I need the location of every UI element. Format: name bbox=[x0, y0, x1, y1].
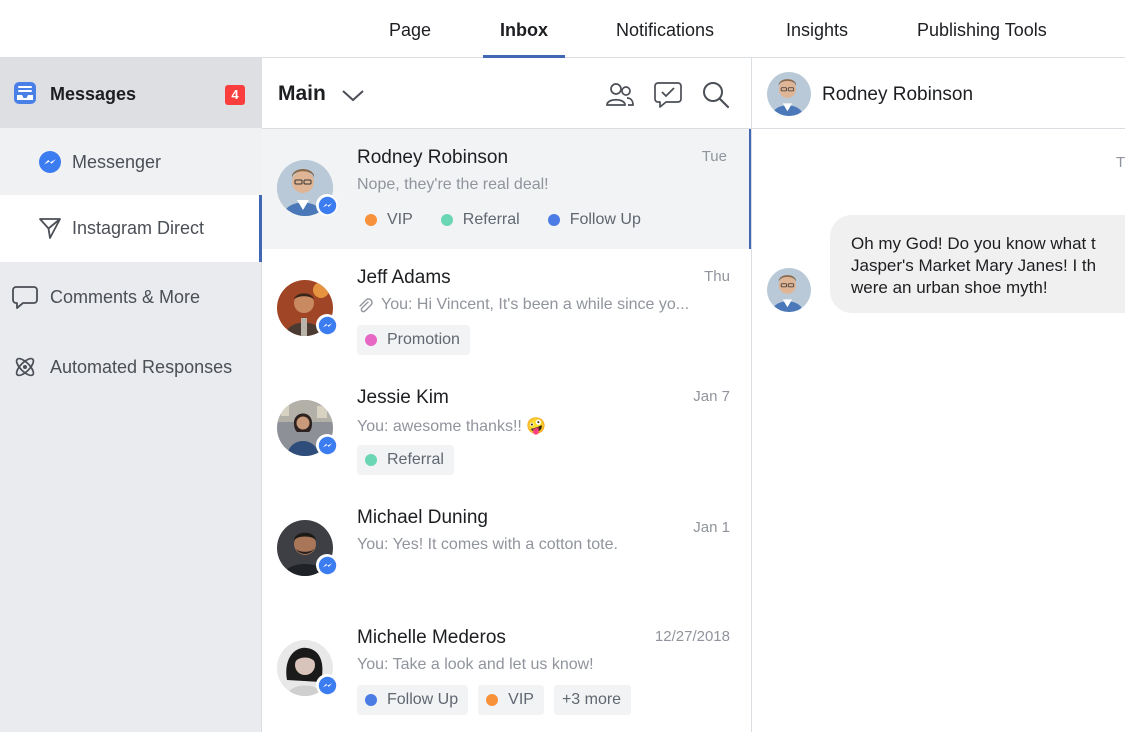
tag-list: Promotion bbox=[357, 325, 470, 355]
conversation-row-michael-duning[interactable]: Michael Duning Jan 1 You: Yes! It comes … bbox=[262, 489, 751, 609]
contact-name: Jeff Adams bbox=[357, 267, 451, 288]
conversation-row-jessie-kim[interactable]: Jessie Kim Jan 7 You: awesome thanks!! 🤪… bbox=[262, 369, 751, 489]
label-tag[interactable]: VIP bbox=[478, 685, 544, 715]
tag-color-dot bbox=[547, 214, 560, 226]
top-navigation: Page Inbox Notifications Insights Publis… bbox=[0, 0, 1125, 58]
message-line: Jasper's Market Mary Janes! I th bbox=[851, 256, 1097, 275]
contact-name: Michelle Mederos bbox=[357, 627, 506, 648]
sidebar-item-label: Comments & More bbox=[50, 287, 201, 307]
message-date: Thu bbox=[704, 268, 730, 285]
messenger-icon bbox=[316, 554, 338, 576]
message-preview: Nope, they're the real deal! bbox=[357, 176, 549, 193]
messenger-icon bbox=[316, 194, 338, 216]
conversation-list: Main Rodney Robinson Tue Nope, they're t… bbox=[262, 58, 752, 732]
avatar[interactable] bbox=[767, 72, 811, 116]
message-line: were an urban shoe myth! bbox=[851, 278, 1048, 297]
messenger-icon bbox=[316, 674, 338, 696]
sidebar: Messages 4 Messenger Instagram Direct Co… bbox=[0, 58, 262, 732]
message-preview: You: Take a look and let us know! bbox=[357, 656, 594, 673]
mark-done-icon[interactable] bbox=[653, 80, 683, 110]
tag-list: Referral bbox=[357, 445, 454, 475]
sidebar-item-comments[interactable]: Comments & More bbox=[0, 262, 262, 332]
label-tag[interactable]: Promotion bbox=[357, 325, 470, 355]
tab-insights[interactable]: Insights bbox=[786, 0, 848, 58]
sidebar-item-messenger[interactable]: Messenger bbox=[0, 128, 262, 195]
contact-name: Rodney Robinson bbox=[357, 147, 509, 168]
folder-selector-label[interactable]: Main bbox=[278, 82, 326, 106]
tag-color-dot bbox=[486, 694, 499, 706]
message-timestamp: T bbox=[1116, 154, 1125, 171]
label-tag[interactable]: Referral bbox=[357, 445, 454, 475]
avatar bbox=[767, 268, 811, 312]
sidebar-item-automated-responses[interactable]: Automated Responses bbox=[0, 332, 262, 402]
tag-color-dot bbox=[365, 694, 377, 706]
tab-publishing-tools[interactable]: Publishing Tools bbox=[917, 0, 1047, 58]
conversation-list-header: Main bbox=[262, 58, 751, 129]
paper-plane-icon bbox=[37, 215, 63, 241]
label-tag[interactable]: Referral bbox=[432, 205, 530, 235]
tab-page[interactable]: Page bbox=[389, 0, 431, 58]
sidebar-item-label: Messenger bbox=[72, 152, 162, 172]
chevron-down-icon[interactable] bbox=[341, 85, 365, 110]
sidebar-item-label: Instagram Direct bbox=[72, 218, 205, 238]
message-date: Jan 1 bbox=[693, 519, 730, 536]
tag-color-dot bbox=[365, 214, 377, 226]
atom-icon bbox=[12, 354, 38, 380]
tag-list: VIP Referral Follow Up bbox=[357, 205, 651, 235]
sidebar-item-label: Messages bbox=[50, 84, 137, 104]
search-icon[interactable] bbox=[701, 80, 731, 110]
more-tags-button[interactable]: +3 more bbox=[553, 685, 632, 715]
speech-bubble-icon bbox=[12, 284, 38, 310]
people-icon[interactable] bbox=[605, 80, 635, 110]
attachment-icon bbox=[357, 298, 373, 319]
inbox-tray-icon bbox=[12, 80, 38, 106]
message-line: Oh my God! Do you know what t bbox=[851, 234, 1096, 253]
label-tag[interactable]: Follow Up bbox=[357, 685, 469, 715]
tag-list: Follow Up VIP +3 more bbox=[357, 685, 632, 715]
message-preview: You: Hi Vincent, It's been a while since… bbox=[381, 296, 690, 313]
message-date: Jan 7 bbox=[693, 388, 730, 405]
sidebar-item-label: Automated Responses bbox=[50, 357, 233, 377]
conversation-row-jeff-adams[interactable]: Jeff Adams Thu You: Hi Vincent, It's bee… bbox=[262, 249, 751, 369]
tab-notifications[interactable]: Notifications bbox=[616, 0, 714, 58]
messenger-icon bbox=[316, 314, 338, 336]
message-date: Tue bbox=[701, 148, 727, 165]
messenger-icon bbox=[37, 149, 63, 175]
conversation-row-rodney-robinson[interactable]: Rodney Robinson Tue Nope, they're the re… bbox=[262, 129, 751, 249]
message-preview: You: Yes! It comes with a cotton tote. bbox=[357, 536, 618, 553]
message-date: 12/27/2018 bbox=[654, 628, 730, 645]
label-tag[interactable]: VIP bbox=[357, 205, 423, 235]
unread-count-badge: 4 bbox=[225, 85, 245, 105]
chat-contact-name[interactable]: Rodney Robinson bbox=[822, 84, 973, 106]
tag-color-dot bbox=[365, 454, 377, 466]
conversation-row-michelle-mederos[interactable]: Michelle Mederos 12/27/2018 You: Take a … bbox=[262, 609, 751, 729]
contact-name: Michael Duning bbox=[357, 507, 488, 528]
message-preview: You: awesome thanks!! 🤪 bbox=[357, 418, 547, 435]
messenger-icon bbox=[316, 434, 338, 456]
tab-inbox[interactable]: Inbox bbox=[483, 0, 565, 58]
chat-pane: Rodney Robinson T Oh my God! Do you know… bbox=[752, 58, 1125, 732]
message-bubble: Oh my God! Do you know what t Jasper's M… bbox=[830, 215, 1125, 313]
chat-header: Rodney Robinson bbox=[752, 58, 1125, 129]
tag-color-dot bbox=[365, 334, 377, 346]
sidebar-item-instagram-direct[interactable]: Instagram Direct bbox=[0, 195, 262, 262]
tag-color-dot bbox=[440, 214, 453, 226]
label-tag[interactable]: Follow Up bbox=[539, 205, 651, 235]
sidebar-item-messages[interactable]: Messages 4 bbox=[0, 58, 262, 128]
contact-name: Jessie Kim bbox=[357, 387, 449, 408]
